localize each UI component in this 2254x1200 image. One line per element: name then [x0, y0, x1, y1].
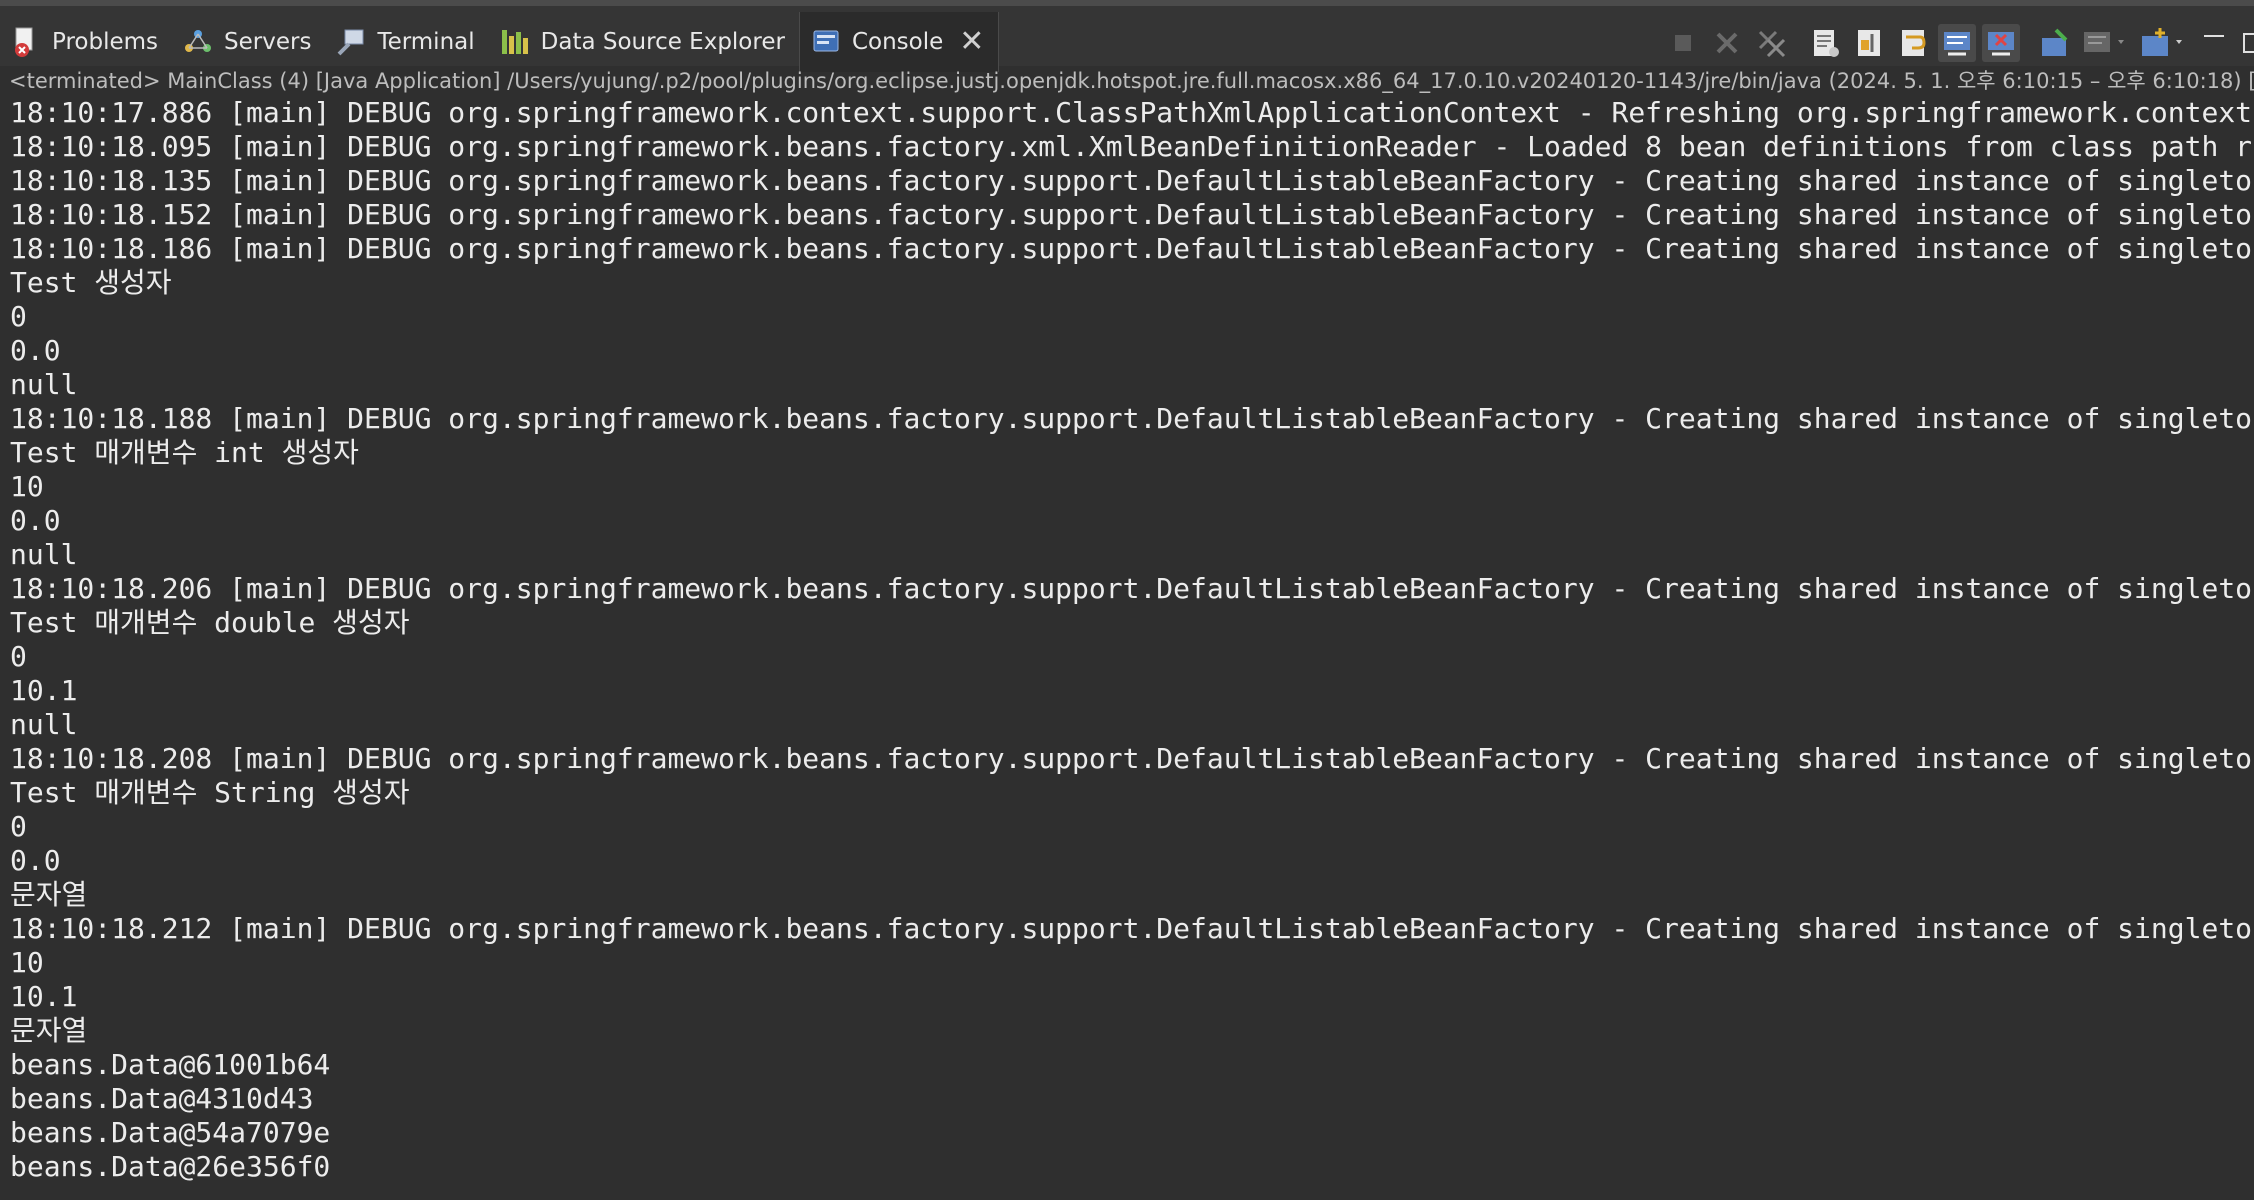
tab-problems-label: Problems [52, 29, 159, 55]
console-line: Test 매개변수 int 생성자 [10, 436, 359, 469]
console-line: 0 [10, 640, 27, 673]
tab-data-source-explorer-label: Data Source Explorer [540, 29, 785, 55]
console-line: 18:10:18.206 [main] DEBUG org.springfram… [10, 572, 2253, 605]
problems-icon [10, 26, 42, 58]
console-line: 0.0 [10, 334, 61, 367]
data-source-explorer-icon [499, 26, 531, 58]
open-console-icon[interactable] [2138, 24, 2190, 62]
console-status-bar: <terminated> MainClass (4) [Java Applica… [9, 69, 2254, 93]
console-line: 0.0 [10, 844, 61, 877]
console-line: Test 생성자 [10, 266, 172, 299]
console-line: 10 [10, 946, 44, 979]
console-line: beans.Data@4310d43 [10, 1082, 314, 1115]
terminal-icon [335, 26, 367, 58]
console-line: Test 매개변수 double 생성자 [10, 606, 410, 639]
minimize-icon[interactable] [2196, 24, 2234, 62]
tab-servers-label: Servers [224, 29, 312, 55]
console-line: 10 [10, 470, 44, 503]
console-line: 0 [10, 300, 27, 333]
console-line: 18:10:18.186 [main] DEBUG org.springfram… [10, 232, 2253, 265]
console-line: null [10, 538, 78, 571]
console-line: 0 [10, 810, 27, 843]
console-line: 문자열 [10, 1014, 88, 1047]
tab-terminal[interactable]: Terminal [325, 12, 488, 72]
console-toolbar [1658, 20, 2254, 66]
view-tabs: Problems Servers Terminal Data Source Ex… [0, 12, 1000, 72]
console-line: 0.0 [10, 504, 61, 537]
console-line: 18:10:18.188 [main] DEBUG org.springfram… [10, 402, 2253, 435]
console-line: 18:10:18.135 [main] DEBUG org.springfram… [10, 164, 2253, 197]
terminate-icon[interactable] [1664, 24, 1702, 62]
console-line: 18:10:17.886 [main] DEBUG org.springfram… [10, 96, 2253, 129]
console-line: Test 매개변수 String 생성자 [10, 776, 410, 809]
console-line: 18:10:18.152 [main] DEBUG org.springfram… [10, 198, 2253, 231]
remove-launch-icon[interactable] [1708, 24, 1746, 62]
console-line: 10.1 [10, 674, 78, 707]
view-tab-bar: Problems Servers Terminal Data Source Ex… [0, 0, 2254, 72]
word-wrap-icon[interactable] [1894, 24, 1932, 62]
console-line: 18:10:18.208 [main] DEBUG org.springfram… [10, 742, 2253, 775]
console-line: 18:10:18.212 [main] DEBUG org.springfram… [10, 912, 2253, 945]
console-line: 10.1 [10, 980, 78, 1013]
show-on-stderr-change-icon[interactable] [1982, 24, 2020, 62]
close-icon[interactable]: ✕ [959, 27, 984, 57]
show-on-stdout-change-icon[interactable] [1938, 24, 1976, 62]
scroll-lock-icon[interactable] [1850, 24, 1888, 62]
console-line: beans.Data@26e356f0 [10, 1150, 331, 1183]
console-line: null [10, 368, 78, 401]
tab-problems[interactable]: Problems [0, 12, 172, 72]
tab-console[interactable]: Console ✕ [798, 12, 1000, 72]
console-output[interactable]: 18:10:17.886 [main] DEBUG org.springfram… [0, 96, 2254, 1200]
remove-all-terminated-icon[interactable] [1752, 24, 1790, 62]
tab-data-source-explorer[interactable]: Data Source Explorer [489, 12, 799, 72]
servers-icon [182, 26, 214, 58]
pin-console-icon[interactable] [2036, 24, 2074, 62]
tab-servers[interactable]: Servers [172, 12, 325, 72]
console-line: 문자열 [10, 878, 88, 911]
display-selected-console-icon[interactable] [2080, 24, 2132, 62]
console-icon [810, 26, 842, 58]
console-line: beans.Data@54a7079e [10, 1116, 331, 1149]
tab-console-label: Console [851, 29, 944, 55]
console-line: 18:10:18.095 [main] DEBUG org.springfram… [10, 130, 2253, 163]
console-line: null [10, 708, 78, 741]
maximize-icon[interactable] [2240, 24, 2254, 62]
tab-terminal-label: Terminal [377, 29, 475, 55]
clear-console-icon[interactable] [1806, 24, 1844, 62]
console-line: beans.Data@61001b64 [10, 1048, 331, 1081]
